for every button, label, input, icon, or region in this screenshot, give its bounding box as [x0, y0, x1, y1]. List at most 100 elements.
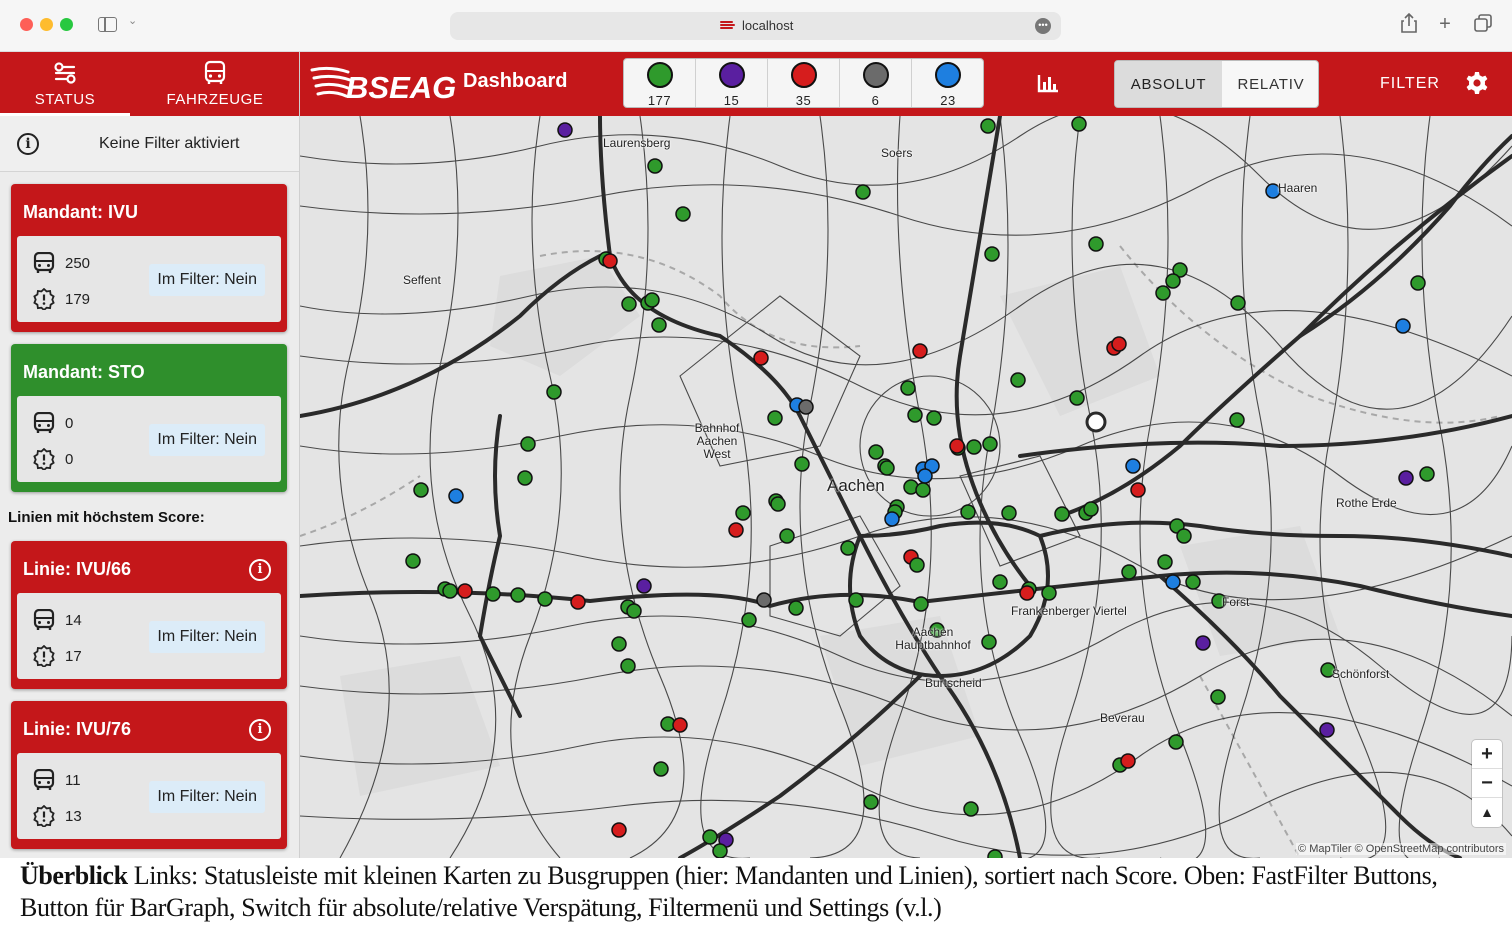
tab-fahrzeuge[interactable]: FAHRZEUGE: [130, 52, 299, 116]
close-window-button[interactable]: [20, 18, 33, 31]
bus-marker[interactable]: [1419, 466, 1435, 482]
bus-marker[interactable]: [868, 444, 884, 460]
bus-marker[interactable]: [442, 583, 458, 599]
bus-marker[interactable]: [855, 184, 871, 200]
bus-marker[interactable]: [602, 253, 618, 269]
address-bar[interactable]: localhost •••: [450, 12, 1061, 40]
info-icon[interactable]: i: [249, 719, 271, 741]
bus-marker[interactable]: [1165, 273, 1181, 289]
bus-marker[interactable]: [917, 468, 933, 484]
bus-marker[interactable]: [1155, 285, 1171, 301]
gear-icon[interactable]: [1465, 71, 1489, 95]
im-filter-button[interactable]: Im Filter: Nein: [149, 424, 265, 456]
fast-filter-blue[interactable]: 23: [912, 59, 983, 107]
fast-filter-red[interactable]: 35: [768, 59, 840, 107]
filter-menu-button[interactable]: FILTER: [1380, 75, 1440, 93]
bus-marker[interactable]: [840, 540, 856, 556]
bus-marker[interactable]: [1398, 470, 1414, 486]
bus-marker[interactable]: [413, 482, 429, 498]
bus-marker[interactable]: [702, 829, 718, 845]
bus-marker[interactable]: [984, 246, 1000, 262]
bus-marker[interactable]: [510, 587, 526, 603]
bus-marker[interactable]: [405, 553, 421, 569]
bus-marker[interactable]: [900, 380, 916, 396]
bus-marker[interactable]: [1176, 528, 1192, 544]
maximize-window-button[interactable]: [60, 18, 73, 31]
chevron-down-icon[interactable]: ⌄: [128, 14, 137, 27]
new-tab-icon[interactable]: +: [1434, 13, 1456, 35]
mandant-card-sto[interactable]: Mandant: STO 0 0 Im Filter: Nein: [11, 344, 287, 492]
compass-reset-button[interactable]: ▲: [1472, 798, 1502, 827]
bus-marker[interactable]: [741, 612, 757, 628]
bus-marker[interactable]: [546, 384, 562, 400]
map-view[interactable]: Laurensberg Soers Seffent Bahnhof Aachen…: [300, 116, 1512, 858]
bus-marker[interactable]: [1001, 505, 1017, 521]
bus-marker[interactable]: [798, 399, 814, 415]
bus-marker[interactable]: [982, 436, 998, 452]
map-attribution[interactable]: © MapTiler © OpenStreetMap contributors: [1296, 843, 1506, 855]
bus-marker[interactable]: [1395, 318, 1411, 334]
bus-marker[interactable]: [620, 658, 636, 674]
bus-marker[interactable]: [1157, 554, 1173, 570]
bus-marker[interactable]: [457, 583, 473, 599]
bar-chart-icon[interactable]: [1037, 73, 1059, 93]
bus-marker[interactable]: [1195, 635, 1211, 651]
bus-marker[interactable]: [647, 158, 663, 174]
bus-marker[interactable]: [987, 849, 1003, 858]
bus-marker[interactable]: [1319, 722, 1335, 738]
tab-status[interactable]: STATUS: [0, 52, 130, 116]
bus-marker[interactable]: [1125, 458, 1141, 474]
bus-marker[interactable]: [1210, 689, 1226, 705]
bus-marker[interactable]: [712, 843, 728, 858]
bus-marker[interactable]: [1111, 336, 1127, 352]
bus-marker[interactable]: [644, 292, 660, 308]
bus-marker[interactable]: [794, 456, 810, 472]
bus-marker[interactable]: [672, 717, 688, 733]
im-filter-button[interactable]: Im Filter: Nein: [149, 621, 265, 653]
minimize-window-button[interactable]: [40, 18, 53, 31]
bus-marker[interactable]: [1120, 753, 1136, 769]
bus-marker[interactable]: [1121, 564, 1137, 580]
bus-marker[interactable]: [756, 592, 772, 608]
bus-marker[interactable]: [966, 439, 982, 455]
bus-marker[interactable]: [735, 505, 751, 521]
bus-marker[interactable]: [636, 578, 652, 594]
bus-marker[interactable]: [992, 574, 1008, 590]
fast-filter-purple[interactable]: 15: [696, 59, 768, 107]
bus-marker[interactable]: [912, 343, 928, 359]
bus-marker[interactable]: [1185, 574, 1201, 590]
fast-filter-grey[interactable]: 6: [840, 59, 912, 107]
fast-filter-green[interactable]: 177: [624, 59, 696, 107]
bus-marker[interactable]: [926, 410, 942, 426]
bus-marker[interactable]: [981, 634, 997, 650]
bus-marker[interactable]: [963, 801, 979, 817]
toggle-absolute[interactable]: ABSOLUT: [1115, 61, 1222, 107]
toggle-relative[interactable]: RELATIV: [1222, 61, 1318, 107]
bus-marker[interactable]: [1230, 295, 1246, 311]
bus-marker[interactable]: [1168, 734, 1184, 750]
bus-marker[interactable]: [1041, 585, 1057, 601]
bus-marker[interactable]: [1083, 501, 1099, 517]
bus-marker[interactable]: [1071, 116, 1087, 132]
bus-marker[interactable]: [651, 317, 667, 333]
bus-marker[interactable]: [1088, 236, 1104, 252]
bus-marker[interactable]: [728, 522, 744, 538]
bus-marker[interactable]: [520, 436, 536, 452]
bus-marker[interactable]: [960, 504, 976, 520]
bus-marker[interactable]: [913, 596, 929, 612]
sidebar-toggle-icon[interactable]: [98, 17, 117, 32]
bus-marker[interactable]: [779, 528, 795, 544]
bus-marker[interactable]: [770, 496, 786, 512]
bus-marker[interactable]: [788, 600, 804, 616]
bus-marker[interactable]: [1410, 275, 1426, 291]
line-card-ivu-66[interactable]: Linie: IVU/66 i 14 17 Im Filter: Nein: [11, 541, 287, 689]
bus-marker[interactable]: [1130, 482, 1146, 498]
bus-marker[interactable]: [537, 591, 553, 607]
tab-overview-icon[interactable]: [1472, 13, 1494, 38]
share-icon[interactable]: [1398, 12, 1420, 38]
bus-marker[interactable]: [448, 488, 464, 504]
bus-marker[interactable]: [621, 296, 637, 312]
bus-marker[interactable]: [879, 460, 895, 476]
mandant-card-ivu[interactable]: Mandant: IVU 250 179 Im Filter: Nein: [11, 184, 287, 332]
line-card-ivu-76[interactable]: Linie: IVU/76 i 11 13 Im Filter: Nein: [11, 701, 287, 849]
